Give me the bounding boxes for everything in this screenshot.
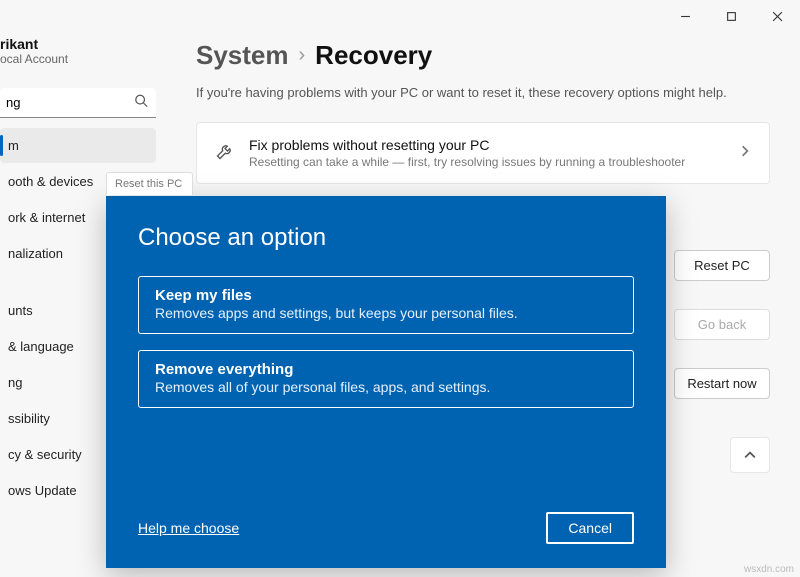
nav-label: ng [8,375,22,390]
chevron-right-icon [739,144,751,162]
nav-label: ooth & devices [8,174,93,189]
nav-label: ssibility [8,411,50,426]
chevron-right-icon: › [299,44,306,67]
search-icon[interactable] [134,94,148,113]
reset-pc-dialog: Reset this PC Choose an option Keep my f… [106,196,666,568]
search-input[interactable] [0,88,156,118]
breadcrumb: System › Recovery [196,40,770,71]
dialog-options: Keep my files Removes apps and settings,… [138,276,634,408]
nav-label: nalization [8,246,63,261]
intro-text: If you're having problems with your PC o… [196,85,770,100]
nav-item-system[interactable]: m [0,128,156,163]
breadcrumb-parent[interactable]: System [196,40,289,71]
help-me-choose-link[interactable]: Help me choose [138,520,239,536]
nav-label: unts [8,303,33,318]
card-body: Fix problems without resetting your PC R… [249,137,725,169]
nav-label: m [8,138,19,153]
profile-block[interactable]: rikant ocal Account [0,30,156,72]
dialog-footer: Help me choose Cancel [106,512,666,568]
action-column: Reset PC Go back Restart now [674,250,770,473]
chevron-up-icon [744,449,756,461]
expand-toggle[interactable] [730,437,770,473]
nav-label: ork & internet [8,210,85,225]
option-title: Remove everything [155,361,617,378]
cancel-button[interactable]: Cancel [546,512,634,544]
watermark: wsxdn.com [744,564,794,575]
option-remove-everything[interactable]: Remove everything Removes all of your pe… [138,350,634,408]
troubleshooter-card[interactable]: Fix problems without resetting your PC R… [196,122,770,184]
card-title: Fix problems without resetting your PC [249,137,725,153]
page-title: Recovery [315,40,432,71]
dialog-title: Choose an option [138,224,634,252]
profile-subtitle: ocal Account [0,52,156,66]
wrench-icon [215,141,235,166]
search-wrap [0,88,156,118]
restart-now-button[interactable]: Restart now [674,368,770,399]
nav-label: cy & security [8,447,82,462]
option-description: Removes all of your personal files, apps… [155,379,617,395]
nav-label: ows Update [8,483,77,498]
option-keep-my-files[interactable]: Keep my files Removes apps and settings,… [138,276,634,334]
dialog-tab: Reset this PC [106,172,193,195]
go-back-button[interactable]: Go back [674,309,770,340]
profile-name: rikant [0,36,156,52]
nav-label: & language [8,339,74,354]
card-description: Resetting can take a while — first, try … [249,155,725,169]
reset-pc-button[interactable]: Reset PC [674,250,770,281]
option-title: Keep my files [155,287,617,304]
option-description: Removes apps and settings, but keeps you… [155,305,617,321]
